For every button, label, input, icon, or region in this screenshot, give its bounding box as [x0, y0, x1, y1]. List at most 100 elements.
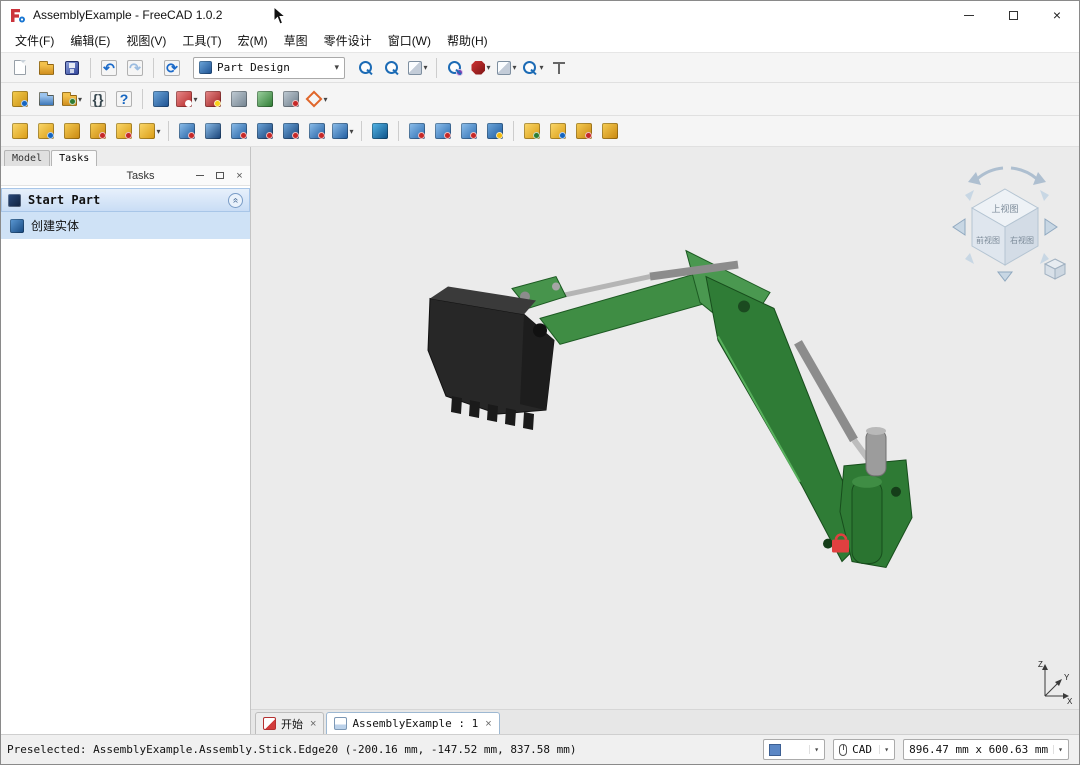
- open-file-button[interactable]: [34, 56, 58, 80]
- redo-button[interactable]: ↷: [123, 56, 147, 80]
- dropdown-arrow-icon[interactable]: ▾: [349, 127, 353, 136]
- fillet-button[interactable]: [520, 119, 544, 143]
- fit-all-button[interactable]: [354, 56, 378, 80]
- menu-item-4[interactable]: 工具(T): [174, 29, 229, 52]
- create-group-button[interactable]: [34, 87, 58, 111]
- minimize-button[interactable]: [947, 1, 991, 29]
- additive-helix-button[interactable]: [112, 119, 136, 143]
- menu-item-7[interactable]: 零件设计: [316, 29, 380, 52]
- 3d-viewport[interactable]: 上视图 前视图 右视图 Z Y X 开: [251, 147, 1079, 734]
- additive-pipe-button[interactable]: [86, 119, 110, 143]
- menu-item-5[interactable]: 宏(M): [230, 29, 276, 52]
- menu-item-9[interactable]: 帮助(H): [439, 29, 496, 52]
- pan-right-arrow-icon[interactable]: [1045, 219, 1057, 235]
- base-cylinder-green[interactable]: [852, 480, 882, 564]
- corner-arrow-icon[interactable]: [1040, 190, 1049, 201]
- menu-item-3[interactable]: 视图(V): [118, 29, 174, 52]
- boom-pin-hole[interactable]: [738, 300, 750, 312]
- whats-this-button[interactable]: ?: [112, 87, 136, 111]
- save-button[interactable]: [60, 56, 84, 80]
- bucket-tooth[interactable]: [487, 404, 498, 422]
- subtractive-helix-button[interactable]: [305, 119, 329, 143]
- panel-close-icon[interactable]: ×: [233, 169, 246, 182]
- dropdown-arrow-icon[interactable]: ▾: [323, 95, 327, 104]
- axonometric-view-button[interactable]: ▾: [495, 56, 519, 80]
- navcube-mini-cube-icon[interactable]: [1045, 259, 1065, 279]
- additive-loft-button[interactable]: [60, 119, 84, 143]
- style-selector[interactable]: ▾: [763, 739, 825, 760]
- maximize-button[interactable]: [991, 1, 1035, 29]
- pan-down-arrow-icon[interactable]: [998, 272, 1012, 281]
- tab-model[interactable]: Model: [4, 150, 50, 166]
- base-cylinder-gray[interactable]: [866, 430, 886, 476]
- panel-float-icon[interactable]: [213, 169, 226, 182]
- create-part-button[interactable]: [8, 87, 32, 111]
- view-size-selector[interactable]: 896.47 mm x 600.63 mm ▾: [903, 739, 1069, 760]
- dropdown-arrow-icon[interactable]: ▾: [156, 127, 160, 136]
- document-tab-2[interactable]: AssemblyExample : 1×: [326, 712, 499, 734]
- create-body-item[interactable]: 创建实体: [1, 212, 250, 239]
- collapse-section-icon[interactable]: «: [228, 193, 243, 208]
- task-section-header[interactable]: Start Part «: [1, 188, 250, 212]
- fit-selection-button[interactable]: [380, 56, 404, 80]
- corner-arrow-icon[interactable]: [965, 190, 974, 201]
- clipping-button[interactable]: ▾: [469, 56, 493, 80]
- dropdown-arrow-icon[interactable]: ▾: [193, 95, 197, 104]
- hole-button[interactable]: [201, 119, 225, 143]
- navigation-style-selector[interactable]: CAD ▾: [833, 739, 895, 760]
- map-sketch-button[interactable]: [227, 87, 251, 111]
- sync-view-button[interactable]: [443, 56, 467, 80]
- new-file-button[interactable]: [8, 56, 32, 80]
- create-sketch-button[interactable]: ▾: [175, 87, 199, 111]
- edit-sketch-button[interactable]: [201, 87, 225, 111]
- panel-minimize-icon[interactable]: [193, 169, 206, 182]
- bucket-tooth[interactable]: [523, 412, 534, 430]
- multitransform-button[interactable]: [483, 119, 507, 143]
- subtractive-pipe-button[interactable]: [279, 119, 303, 143]
- thickness-button[interactable]: [598, 119, 622, 143]
- dropdown-arrow-icon[interactable]: ▾: [78, 95, 82, 104]
- linear-pattern-button[interactable]: [431, 119, 455, 143]
- bucket-tooth[interactable]: [469, 400, 480, 418]
- corner-arrow-icon[interactable]: [965, 253, 974, 264]
- subtractive-primitive-button[interactable]: ▾: [331, 119, 355, 143]
- polar-pattern-button[interactable]: [457, 119, 481, 143]
- dropdown-arrow-icon[interactable]: ▾: [423, 63, 427, 72]
- refresh-button[interactable]: ⟳: [160, 56, 184, 80]
- pan-left-arrow-icon[interactable]: [953, 219, 965, 235]
- boolean-operation-button[interactable]: [368, 119, 392, 143]
- check-geometry-button[interactable]: [279, 87, 303, 111]
- pad-button[interactable]: [8, 119, 32, 143]
- navigation-cube[interactable]: 上视图 前视图 右视图: [943, 155, 1073, 285]
- revolution-button[interactable]: [34, 119, 58, 143]
- menu-item-1[interactable]: 文件(F): [7, 29, 62, 52]
- bucket-pivot[interactable]: [533, 323, 547, 337]
- additive-primitive-button[interactable]: ▾: [138, 119, 162, 143]
- dropdown-arrow-icon[interactable]: ▾: [486, 63, 490, 72]
- zoom-button[interactable]: ▾: [521, 56, 545, 80]
- draw-style-button[interactable]: ▾: [406, 56, 430, 80]
- pocket-button[interactable]: [175, 119, 199, 143]
- menu-item-6[interactable]: 草图: [276, 29, 316, 52]
- chamfer-button[interactable]: [546, 119, 570, 143]
- create-datum-button[interactable]: ▾: [305, 87, 329, 111]
- bucket-tooth[interactable]: [451, 396, 462, 414]
- validate-sketch-button[interactable]: [253, 87, 277, 111]
- base-pin-hole[interactable]: [891, 487, 901, 497]
- dropdown-arrow-icon[interactable]: ▾: [539, 63, 543, 72]
- document-tab-1[interactable]: 开始×: [255, 712, 324, 734]
- menu-item-2[interactable]: 编辑(E): [62, 29, 118, 52]
- dropdown-arrow-icon[interactable]: ▾: [512, 63, 516, 72]
- close-tab-icon[interactable]: ×: [485, 718, 491, 730]
- linkage-pin-2[interactable]: [552, 283, 560, 291]
- stick-pin-hole[interactable]: [823, 539, 833, 549]
- groove-button[interactable]: [227, 119, 251, 143]
- undo-button[interactable]: ↶: [97, 56, 121, 80]
- bucket-tooth[interactable]: [505, 408, 516, 426]
- close-tab-icon[interactable]: ×: [310, 718, 316, 730]
- close-button[interactable]: ×: [1035, 1, 1079, 29]
- create-body-button[interactable]: [149, 87, 173, 111]
- draft-button[interactable]: [572, 119, 596, 143]
- measure-button[interactable]: [547, 56, 571, 80]
- workbench-selector[interactable]: Part Design ▾: [193, 57, 345, 79]
